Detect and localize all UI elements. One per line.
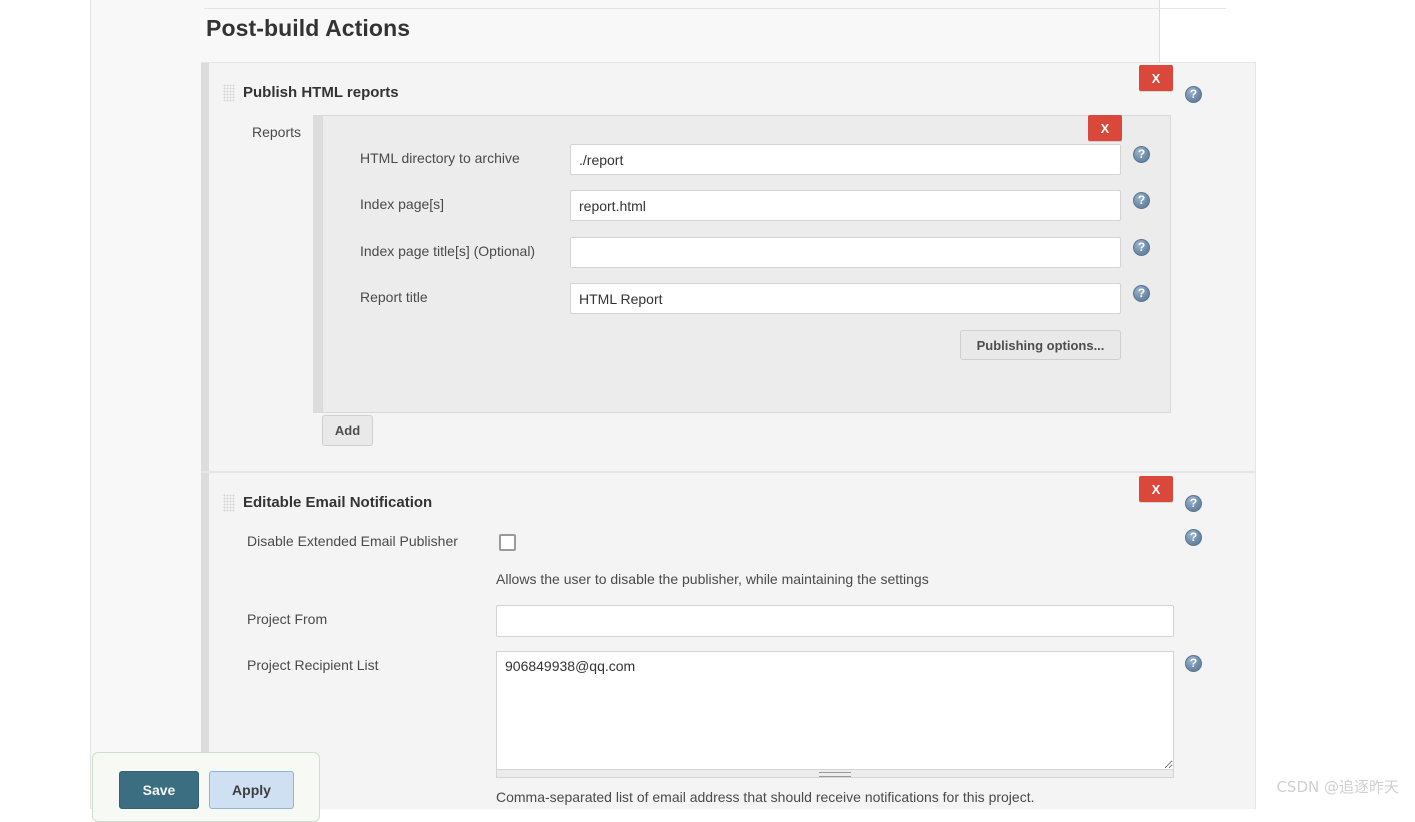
top-divider [204, 8, 1226, 9]
label-html-directory-to-archive: HTML directory to archive [360, 150, 520, 166]
help-circle-icon[interactable] [1185, 529, 1202, 546]
watermark: CSDN @追逐昨天 [1276, 778, 1399, 796]
save-apply-bar: Save Apply [92, 752, 320, 822]
add-report-button[interactable]: Add [322, 415, 373, 446]
help-circle-icon[interactable] [1133, 146, 1150, 163]
help-circle-icon[interactable] [1185, 655, 1202, 672]
configuration-content-area: Post-build Actions Publish HTML reports … [90, 0, 1256, 809]
drag-grip-icon[interactable] [223, 494, 235, 512]
section-heading-publish-html-reports: Publish HTML reports [243, 84, 399, 101]
drag-grip-icon[interactable] [223, 84, 235, 102]
label-reports: Reports [251, 124, 301, 140]
report-title-input[interactable] [570, 283, 1121, 314]
index-page-titles-input[interactable] [570, 237, 1121, 268]
delete-report-entry[interactable]: X [1088, 115, 1122, 141]
page-wrap: Post-build Actions Publish HTML reports … [0, 0, 1415, 822]
label-index-page-titles: Index page title[s] (Optional) [360, 243, 536, 259]
textarea-resize-grip[interactable] [496, 770, 1174, 778]
page-title: Post-build Actions [206, 15, 411, 41]
label-index-pages: Index page[s] [360, 196, 445, 212]
help-circle-icon[interactable] [1185, 495, 1202, 512]
project-recipient-list-textarea[interactable]: 906849938@qq.com [496, 651, 1174, 770]
apply-button[interactable]: Apply [209, 771, 294, 809]
project-from-input[interactable] [496, 605, 1174, 637]
index-pages-input[interactable] [570, 190, 1121, 221]
label-report-title: Report title [360, 289, 428, 305]
section-heading-editable-email-notification: Editable Email Notification [243, 494, 433, 511]
publishing-options-button[interactable]: Publishing options... [960, 330, 1121, 360]
reports-drag-rail [313, 115, 322, 413]
label-project-recipient-list: Project Recipient List [247, 657, 379, 673]
project-recipient-list-description: Comma-separated list of email address th… [496, 789, 1035, 805]
help-circle-icon[interactable] [1133, 192, 1150, 209]
delete-section-editable-email-notification[interactable]: X [1139, 476, 1173, 502]
save-button[interactable]: Save [119, 771, 199, 809]
delete-section-publish-html-reports[interactable]: X [1139, 65, 1173, 91]
label-project-from: Project From [247, 611, 328, 627]
help-circle-icon[interactable] [1185, 86, 1202, 103]
help-circle-icon[interactable] [1133, 239, 1150, 256]
html-directory-to-archive-input[interactable] [570, 144, 1121, 175]
disable-publisher-description: Allows the user to disable the publisher… [496, 571, 929, 587]
disable-extended-email-publisher-checkbox[interactable] [499, 534, 516, 551]
help-circle-icon[interactable] [1133, 285, 1150, 302]
label-disable-extended-email-publisher: Disable Extended Email Publisher [247, 533, 458, 549]
